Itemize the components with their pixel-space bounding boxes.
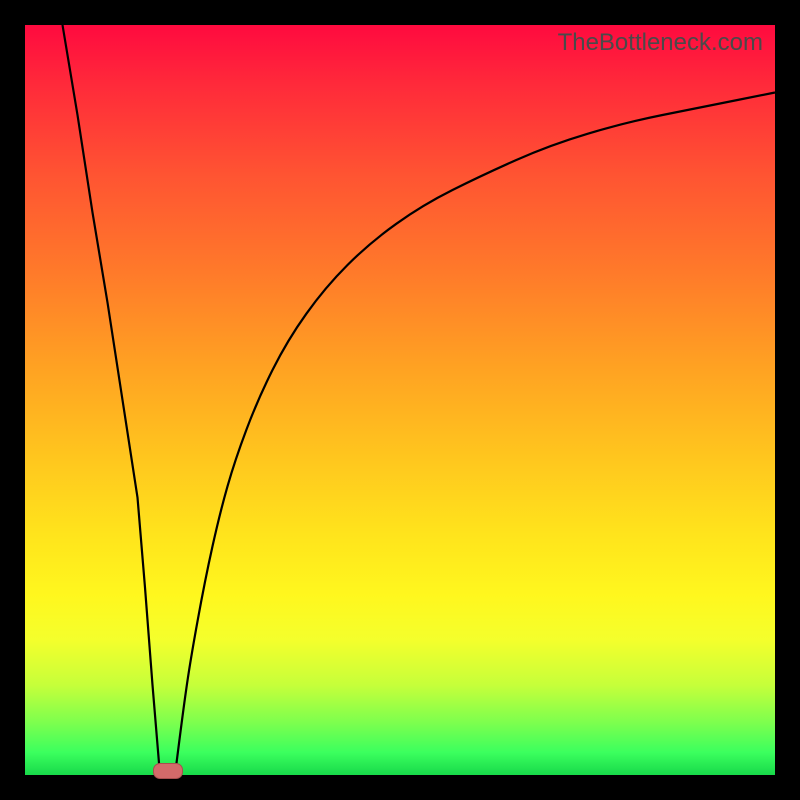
bottleneck-curve [25, 25, 775, 775]
plot-area: TheBottleneck.com [25, 25, 775, 775]
watermark-text: TheBottleneck.com [558, 29, 763, 57]
chart-frame: TheBottleneck.com [0, 0, 800, 800]
optimal-marker [153, 763, 183, 779]
curve-path [63, 25, 776, 775]
